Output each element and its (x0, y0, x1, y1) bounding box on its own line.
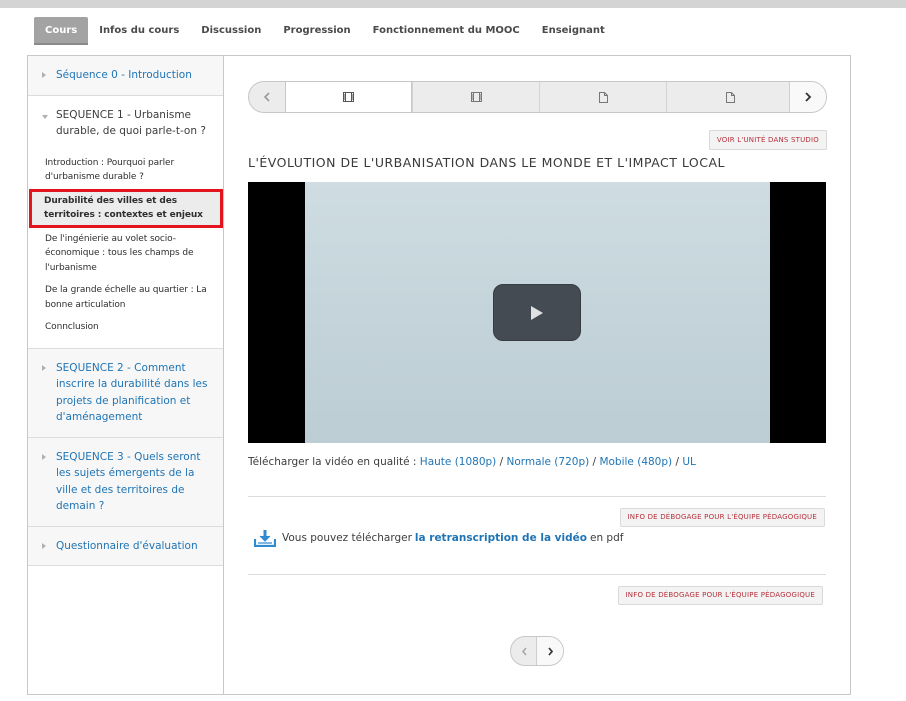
sequence-unit-1[interactable] (285, 82, 412, 112)
bottom-prev-button[interactable] (511, 637, 537, 665)
chevron-left-icon (263, 92, 270, 102)
tab-fonctionnement-du-mooc[interactable]: Fonctionnement du MOOC (362, 17, 531, 45)
chevron-left-icon (521, 647, 527, 655)
sequence-next-button[interactable] (789, 82, 826, 112)
tab-infos-du-cours[interactable]: Infos du cours (88, 17, 190, 45)
sidebar-chapter-sequence-3[interactable]: SEQUENCE 3 - Quels seront les sujets éme… (28, 437, 223, 527)
unit-title: L'ÉVOLUTION DE L'URBANISATION DANS LE MO… (248, 155, 725, 170)
sidebar-chapter-title[interactable]: Questionnaire d'évaluation (28, 527, 223, 566)
transcript-download: Vous pouvez télécharger la retranscripti… (254, 529, 623, 547)
document-icon (598, 91, 608, 103)
document-icon (725, 91, 735, 103)
video-download-line: Télécharger la vidéo en qualité : Haute … (248, 456, 696, 468)
play-icon (531, 305, 543, 320)
download-icon (254, 530, 276, 547)
transcript-prefix: Vous pouvez télécharger (282, 532, 412, 544)
sequence-unit-3[interactable] (539, 82, 666, 112)
sidebar-chapter-title[interactable]: SEQUENCE 1 - Urbanisme durable, de quoi … (28, 96, 223, 146)
download-separator: / (499, 456, 504, 468)
sidebar-subsection-introduction[interactable]: Introduction : Pourquoi parler d'urbanis… (28, 152, 223, 189)
debug-info-button[interactable]: INFO DE DÉBOGAGE POUR L'ÉQUIPE PÉDAGOGIQ… (619, 508, 825, 527)
video-icon (343, 92, 354, 102)
sidebar-chapter-title[interactable]: SEQUENCE 3 - Quels seront les sujets éme… (28, 438, 223, 526)
play-button[interactable] (493, 284, 581, 341)
transcript-link[interactable]: la retranscription de la vidéo (415, 532, 587, 544)
sidebar-subsection-list: Introduction : Pourquoi parler d'urbanis… (28, 146, 223, 348)
video-icon (470, 92, 482, 102)
chevron-down-icon (42, 114, 48, 119)
chevron-right-icon (547, 646, 553, 656)
transcript-suffix: en pdf (589, 532, 624, 544)
tab-cours[interactable]: Cours (34, 17, 89, 45)
tab-discussion[interactable]: Discussion (190, 17, 272, 45)
download-prefix: Télécharger la vidéo en qualité : (248, 456, 417, 468)
sequence-unit-4[interactable] (666, 82, 793, 112)
sidebar-chapter-title[interactable]: Séquence 0 - Introduction (28, 56, 223, 95)
sidebar-chapter-sequence-1[interactable]: SEQUENCE 1 - Urbanisme durable, de quoi … (28, 95, 223, 349)
download-link-480p[interactable]: Mobile (480p) (599, 456, 672, 468)
download-separator: / (592, 456, 597, 468)
divider (248, 496, 826, 497)
sidebar-subsection-durabilite[interactable]: Durabilité des villes et des territoires… (29, 188, 223, 228)
download-link-720p[interactable]: Normale (720p) (507, 456, 590, 468)
bottom-next-button[interactable] (536, 637, 563, 665)
top-bar (0, 0, 906, 8)
video-player[interactable] (248, 182, 826, 443)
sidebar-chapter-title[interactable]: SEQUENCE 2 - Comment inscrire la durabil… (28, 349, 223, 437)
chevron-right-icon (42, 364, 46, 371)
download-separator: / (675, 456, 680, 468)
view-in-studio-button[interactable]: VOIR L'UNITÉ DANS STUDIO (708, 130, 827, 150)
course-container: Séquence 0 - Introduction SEQUENCE 1 - U… (27, 55, 851, 695)
sidebar-chapter-questionnaire[interactable]: Questionnaire d'évaluation (28, 526, 223, 566)
sequence-unit-2[interactable] (412, 82, 539, 112)
tab-progression[interactable]: Progression (272, 17, 361, 45)
sidebar-subsection-ingenierie[interactable]: De l'ingénierie au volet socio-économiqu… (28, 228, 223, 280)
chevron-right-icon (42, 72, 46, 78)
tab-enseignant[interactable]: Enseignant (531, 17, 616, 45)
chevron-right-icon (42, 453, 46, 460)
sidebar-chapter-sequence-2[interactable]: SEQUENCE 2 - Comment inscrire la durabil… (28, 348, 223, 438)
sidebar-subsection-conclusion[interactable]: Connclusion (28, 316, 223, 339)
sequence-nav (248, 81, 827, 113)
download-link-1080p[interactable]: Haute (1080p) (420, 456, 496, 468)
course-nav: Cours Infos du cours Discussion Progress… (34, 17, 616, 45)
course-sidebar: Séquence 0 - Introduction SEQUENCE 1 - U… (28, 56, 224, 694)
divider (248, 574, 826, 575)
bottom-sequence-nav (510, 636, 564, 666)
chevron-right-icon (42, 542, 46, 549)
sidebar-subsection-grande-echelle[interactable]: De la grande échelle au quartier : La bo… (28, 279, 223, 316)
sequence-prev-button[interactable] (249, 82, 285, 112)
chevron-right-icon (805, 92, 812, 102)
debug-info-button[interactable]: INFO DE DÉBOGAGE POUR L'ÉQUIPE PÉDAGOGIQ… (617, 586, 823, 605)
download-link-ul[interactable]: UL (682, 456, 696, 468)
sidebar-chapter-sequence-0[interactable]: Séquence 0 - Introduction (28, 56, 223, 96)
unit-content: VOIR L'UNITÉ DANS STUDIO L'ÉVOLUTION DE … (248, 56, 850, 694)
